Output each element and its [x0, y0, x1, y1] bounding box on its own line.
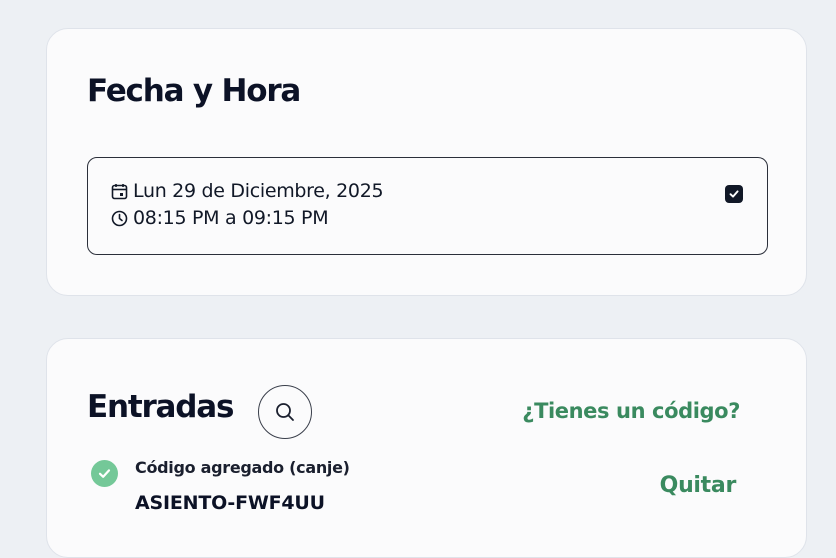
- time-text: 08:15 PM a 09:15 PM: [133, 207, 329, 229]
- calendar-icon: [110, 182, 128, 200]
- have-code-link[interactable]: ¿Tienes un código?: [522, 399, 740, 423]
- search-icon: [276, 403, 294, 421]
- tickets-title: Entradas: [87, 389, 234, 425]
- date-time-title: Fecha y Hora: [87, 73, 301, 109]
- check-icon: [729, 190, 739, 198]
- remove-code-button[interactable]: Quitar: [660, 473, 737, 498]
- search-button[interactable]: [258, 385, 312, 439]
- selected-checkbox[interactable]: [725, 185, 743, 203]
- tickets-card: Entradas ¿Tienes un código? Código agreg…: [46, 338, 807, 558]
- applied-code-value: ASIENTO-FWF4UU: [135, 492, 325, 514]
- date-text: Lun 29 de Diciembre, 2025: [133, 180, 384, 202]
- clock-icon: [110, 209, 128, 227]
- time-row: 08:15 PM a 09:15 PM: [110, 207, 329, 229]
- applied-code-label: Código agregado (canje): [135, 458, 350, 477]
- check-circle-icon: [91, 460, 118, 487]
- date-row: Lun 29 de Diciembre, 2025: [110, 180, 384, 202]
- date-time-card: Fecha y Hora Lun 29 de Diciembre, 2025 0…: [46, 28, 807, 296]
- date-time-option[interactable]: Lun 29 de Diciembre, 2025 08:15 PM a 09:…: [87, 157, 768, 255]
